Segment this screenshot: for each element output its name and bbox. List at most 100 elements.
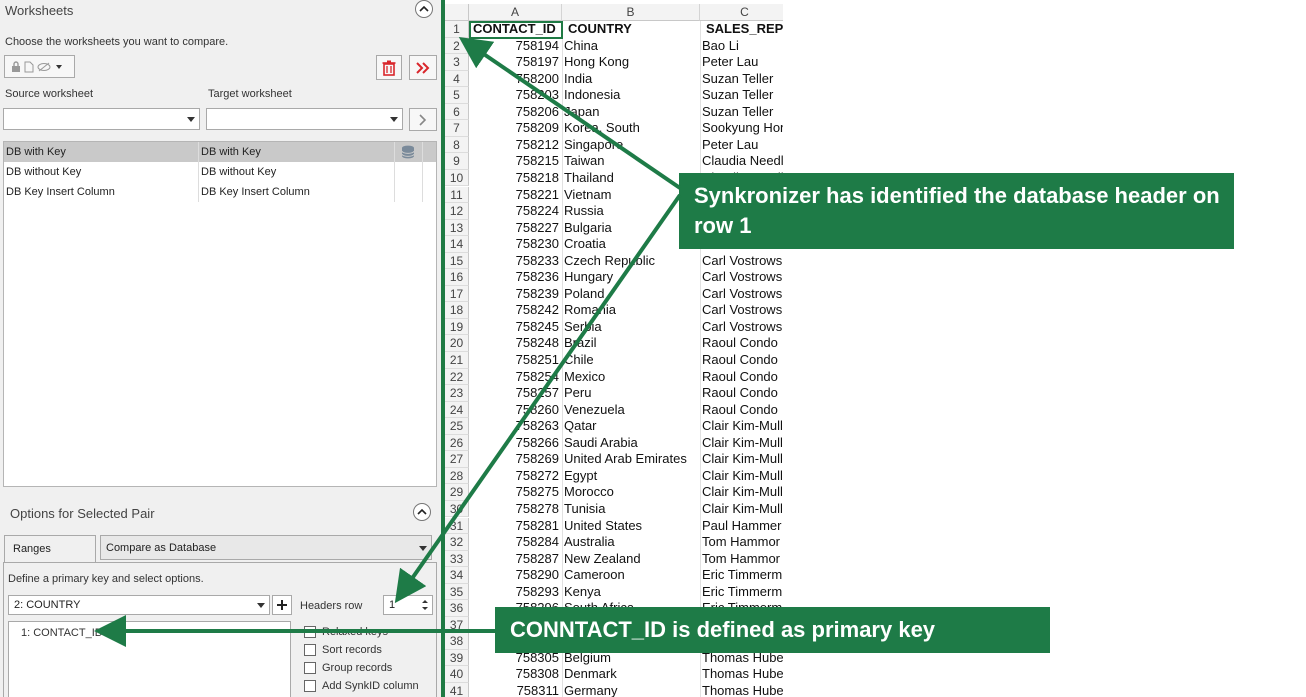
- table-cell[interactable]: Taiwan: [564, 153, 700, 170]
- row-header[interactable]: 13: [445, 219, 469, 237]
- table-cell[interactable]: 758242: [469, 302, 562, 319]
- source-worksheet-select[interactable]: [3, 108, 200, 130]
- row-header[interactable]: 26: [445, 434, 469, 452]
- table-cell[interactable]: Suzan Teller: [702, 104, 783, 121]
- row-header[interactable]: 21: [445, 352, 469, 369]
- table-cell[interactable]: Romania: [564, 302, 700, 319]
- column-header-c[interactable]: C: [700, 4, 783, 21]
- headers-row-spinner[interactable]: 1: [383, 595, 433, 615]
- row-header[interactable]: 8: [445, 136, 469, 154]
- table-cell[interactable]: 758251: [469, 352, 562, 369]
- table-cell[interactable]: Venezuela: [564, 402, 700, 419]
- list-item[interactable]: 1: CONTACT_ID: [21, 627, 103, 639]
- table-cell[interactable]: 758236: [469, 269, 562, 286]
- table-cell[interactable]: Chile: [564, 352, 700, 369]
- row-header[interactable]: 7: [445, 120, 469, 137]
- row-header[interactable]: 9: [445, 153, 469, 170]
- key-column-select[interactable]: 2: COUNTRY: [8, 595, 270, 615]
- collapse-options-button[interactable]: [413, 503, 431, 521]
- add-synkid-checkbox[interactable]: [304, 680, 316, 692]
- row-header[interactable]: 1: [445, 21, 469, 38]
- row-header[interactable]: 16: [445, 269, 469, 286]
- row-header[interactable]: 34: [445, 567, 469, 584]
- row-header[interactable]: 29: [445, 484, 469, 501]
- table-cell[interactable]: Carl Vostrows: [702, 253, 783, 270]
- row-header[interactable]: 36: [445, 600, 469, 617]
- table-cell[interactable]: Korea, South: [564, 120, 700, 137]
- table-cell[interactable]: New Zealand: [564, 551, 700, 568]
- header-cell[interactable]: SALES_REP: [702, 21, 783, 38]
- table-cell[interactable]: Thomas Hube: [702, 666, 783, 683]
- table-cell[interactable]: 758227: [469, 220, 562, 237]
- header-cell[interactable]: COUNTRY: [564, 21, 700, 38]
- table-cell[interactable]: 758263: [469, 418, 562, 435]
- compare-mode-select[interactable]: Compare as Database: [100, 535, 432, 560]
- table-cell[interactable]: Raoul Condo: [702, 335, 783, 352]
- add-key-button[interactable]: [272, 595, 292, 615]
- delete-pair-button[interactable]: [376, 55, 402, 80]
- table-cell[interactable]: Raoul Condo: [702, 369, 783, 386]
- row-header[interactable]: 11: [445, 186, 469, 203]
- table-cell[interactable]: Qatar: [564, 418, 700, 435]
- table-cell[interactable]: Clair Kim-Mull: [702, 468, 783, 485]
- row-header[interactable]: 10: [445, 169, 469, 187]
- table-cell[interactable]: Tom Hammor: [702, 551, 783, 568]
- table-cell[interactable]: Clair Kim-Mull: [702, 501, 783, 518]
- row-header[interactable]: 30: [445, 500, 469, 518]
- row-header[interactable]: 38: [445, 633, 469, 650]
- table-cell[interactable]: Raoul Condo: [702, 402, 783, 419]
- table-cell[interactable]: 758209: [469, 120, 562, 137]
- column-header-a[interactable]: A: [469, 4, 562, 21]
- table-cell[interactable]: India: [564, 71, 700, 88]
- row-header[interactable]: 27: [445, 451, 469, 468]
- table-cell[interactable]: Eric Timmerm: [702, 567, 783, 584]
- add-pair-button[interactable]: [409, 108, 437, 131]
- table-cell[interactable]: China: [564, 38, 700, 55]
- table-cell[interactable]: 758308: [469, 666, 562, 683]
- table-cell[interactable]: 758200: [469, 71, 562, 88]
- table-cell[interactable]: Japan: [564, 104, 700, 121]
- table-cell[interactable]: Sookyung Hon: [702, 120, 783, 137]
- row-header[interactable]: 20: [445, 335, 469, 352]
- table-cell[interactable]: Thomas Hube: [702, 683, 783, 697]
- table-cell[interactable]: United States: [564, 518, 700, 535]
- column-header-b[interactable]: B: [562, 4, 700, 21]
- table-cell[interactable]: Poland: [564, 286, 700, 303]
- table-cell[interactable]: 758230: [469, 236, 562, 253]
- table-cell[interactable]: United Arab Emirates: [564, 451, 700, 468]
- table-cell[interactable]: 758248: [469, 335, 562, 352]
- pair-row[interactable]: DB Key Insert Column DB Key Insert Colum…: [4, 182, 436, 202]
- table-cell[interactable]: 758278: [469, 501, 562, 518]
- table-cell[interactable]: 758245: [469, 319, 562, 336]
- sort-records-checkbox[interactable]: [304, 644, 316, 656]
- table-cell[interactable]: Paul Hammer: [702, 518, 783, 535]
- table-cell[interactable]: Czech Republic: [564, 253, 700, 270]
- row-header[interactable]: 24: [445, 401, 469, 419]
- table-cell[interactable]: 758221: [469, 187, 562, 204]
- table-cell[interactable]: 758284: [469, 534, 562, 551]
- table-cell[interactable]: 758260: [469, 402, 562, 419]
- table-cell[interactable]: Brazil: [564, 335, 700, 352]
- spinner-arrows-icon[interactable]: [421, 598, 429, 612]
- table-cell[interactable]: Cameroon: [564, 567, 700, 584]
- table-cell[interactable]: Carl Vostrows: [702, 319, 783, 336]
- row-header[interactable]: 19: [445, 318, 469, 336]
- row-header[interactable]: 31: [445, 517, 469, 534]
- table-cell[interactable]: 758287: [469, 551, 562, 568]
- table-cell[interactable]: Clair Kim-Mull: [702, 418, 783, 435]
- row-header[interactable]: 2: [445, 37, 469, 55]
- table-cell[interactable]: Indonesia: [564, 87, 700, 104]
- table-cell[interactable]: 758293: [469, 584, 562, 601]
- row-header[interactable]: 18: [445, 302, 469, 319]
- pair-row[interactable]: DB with Key DB with Key: [4, 142, 436, 162]
- table-cell[interactable]: Raoul Condo: [702, 385, 783, 402]
- table-cell[interactable]: Serbia: [564, 319, 700, 336]
- row-header[interactable]: 12: [445, 203, 469, 220]
- table-cell[interactable]: Hungary: [564, 269, 700, 286]
- row-header[interactable]: 22: [445, 368, 469, 386]
- table-cell[interactable]: 758224: [469, 203, 562, 220]
- table-cell[interactable]: 758194: [469, 38, 562, 55]
- table-cell[interactable]: 758275: [469, 484, 562, 501]
- tab-ranges[interactable]: Ranges: [4, 535, 96, 562]
- table-cell[interactable]: Carl Vostrows: [702, 302, 783, 319]
